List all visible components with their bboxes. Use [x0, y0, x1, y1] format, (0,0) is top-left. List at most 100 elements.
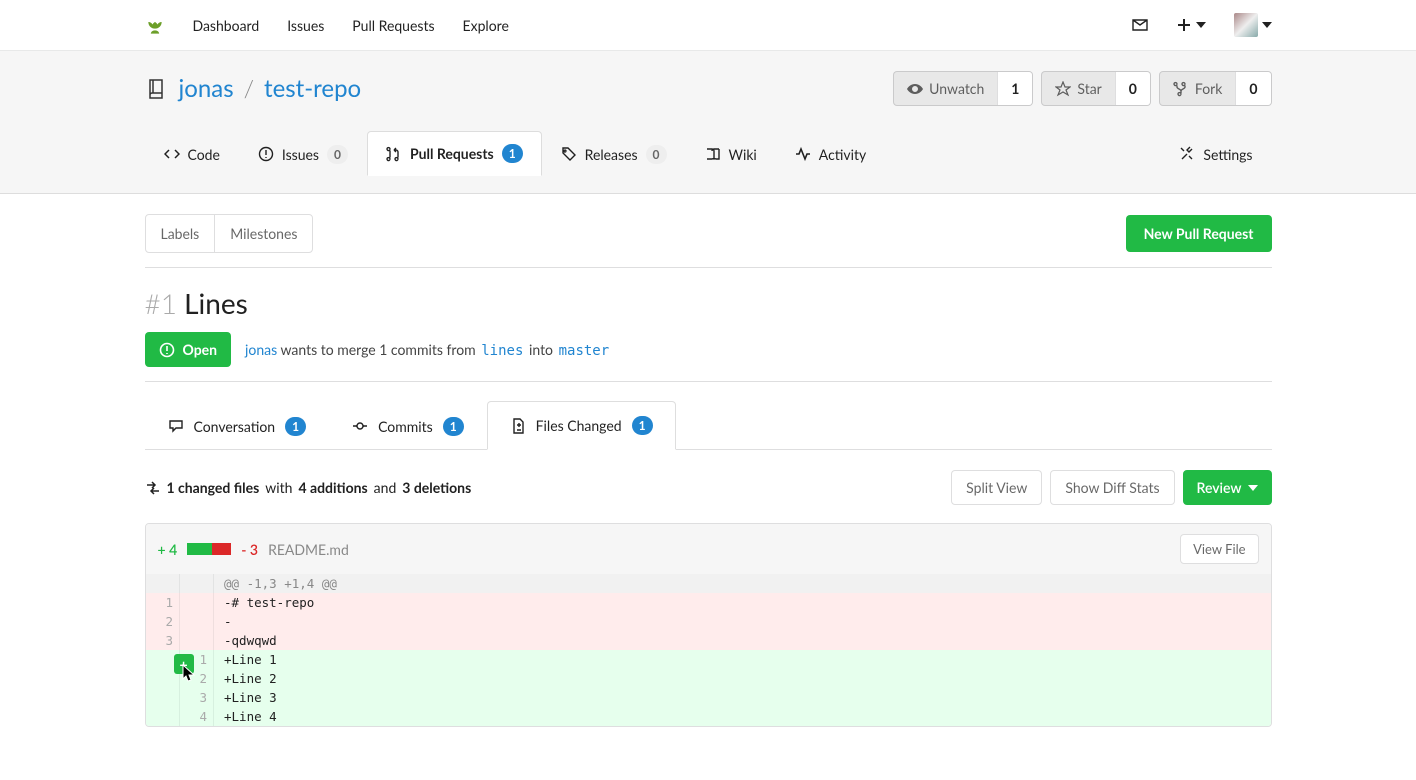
file-deletions-label: - 3 — [241, 541, 258, 558]
review-dropdown[interactable]: Review — [1183, 470, 1272, 505]
review-label: Review — [1197, 479, 1242, 496]
nav-dashboard[interactable]: Dashboard — [193, 17, 260, 34]
fork-count[interactable]: 0 — [1235, 72, 1270, 105]
watch-count[interactable]: 1 — [997, 72, 1032, 105]
tools-icon — [1179, 146, 1195, 162]
activity-icon — [795, 146, 811, 162]
pr-tab-files-label: Files Changed — [536, 417, 622, 434]
diff-line-del[interactable]: 2 - — [146, 612, 1271, 631]
milestones-tab[interactable]: Milestones — [214, 215, 312, 252]
pr-tab-files[interactable]: Files Changed 1 — [487, 401, 676, 450]
diff-line-add[interactable]: 1 +Line 1 — [146, 650, 1271, 669]
tab-activity[interactable]: Activity — [776, 131, 885, 176]
create-dropdown[interactable] — [1176, 17, 1206, 33]
pr-tab-conversation[interactable]: Conversation 1 — [145, 401, 330, 450]
deletions-count: 3 deletions — [402, 479, 471, 496]
diff-summary: 1 changed files with 4 additions and 3 d… — [145, 479, 472, 496]
nav-explore[interactable]: Explore — [463, 17, 509, 34]
source-branch[interactable]: lines — [479, 343, 525, 359]
issue-open-icon — [159, 342, 175, 358]
files-count-pill: 1 — [632, 416, 653, 435]
code-icon — [164, 146, 180, 162]
diff-line-add[interactable]: 4 +Line 4 — [146, 707, 1271, 726]
nav-pull-requests[interactable]: Pull Requests — [352, 17, 434, 34]
pr-author-link[interactable]: jonas — [245, 341, 277, 358]
file-additions-label: + 4 — [158, 541, 178, 558]
changed-files-count: 1 changed files — [167, 479, 260, 496]
repo-header: jonas / test-repo Unwatch 1 Star — [0, 51, 1416, 194]
pr-number: #1 — [145, 286, 177, 320]
commits-count-pill: 1 — [443, 417, 464, 436]
pr-tab-commits-label: Commits — [378, 418, 433, 435]
nav-issues[interactable]: Issues — [287, 17, 324, 34]
file-name[interactable]: README.md — [268, 541, 349, 558]
issues-count-pill: 0 — [327, 145, 348, 164]
labels-milestones-nav: Labels Milestones — [145, 214, 314, 253]
tab-settings-label: Settings — [1203, 146, 1252, 163]
pr-tab-commits[interactable]: Commits 1 — [329, 401, 487, 450]
fork-label: Fork — [1195, 80, 1222, 97]
star-count[interactable]: 0 — [1115, 72, 1150, 105]
watch-button[interactable]: Unwatch 1 — [893, 71, 1033, 106]
repo-breadcrumb: jonas / test-repo — [145, 74, 362, 103]
avatar-icon — [1234, 13, 1258, 37]
tab-wiki[interactable]: Wiki — [686, 131, 776, 176]
repo-owner-link[interactable]: jonas — [179, 74, 234, 103]
pr-merge-description: jonas wants to merge 1 commits from line… — [245, 341, 611, 359]
pulls-count-pill: 1 — [502, 144, 523, 163]
pr-tab-conversation-label: Conversation — [194, 418, 276, 435]
fork-icon — [1173, 81, 1189, 97]
diff-line-del[interactable]: 1 -# test-repo — [146, 593, 1271, 612]
top-navbar: Dashboard Issues Pull Requests Explore — [0, 0, 1416, 51]
labels-tab[interactable]: Labels — [146, 215, 215, 252]
tab-pull-requests[interactable]: Pull Requests 1 — [367, 131, 542, 176]
repo-name-link[interactable]: test-repo — [264, 74, 361, 103]
additions-count: 4 additions — [298, 479, 367, 496]
logo-icon[interactable] — [145, 13, 165, 37]
fork-button[interactable]: Fork 0 — [1159, 71, 1272, 106]
comment-icon — [168, 418, 184, 434]
star-icon — [1055, 81, 1071, 97]
view-file-button[interactable]: View File — [1180, 534, 1258, 564]
pr-status-badge: Open — [145, 332, 232, 367]
star-label: Star — [1077, 80, 1101, 97]
user-menu[interactable] — [1234, 13, 1272, 37]
split-view-button[interactable]: Split View — [951, 470, 1042, 505]
tab-releases-label: Releases — [585, 146, 638, 163]
tab-issues-label: Issues — [282, 146, 319, 163]
tab-code[interactable]: Code — [145, 131, 239, 176]
star-button[interactable]: Star 0 — [1041, 71, 1150, 106]
pr-title: #1 Lines — [145, 286, 1272, 320]
issue-icon — [258, 146, 274, 162]
diff-bar — [187, 543, 231, 555]
diff-hunk-header: @@ -1,3 +1,4 @@ — [146, 574, 1271, 593]
tab-releases[interactable]: Releases 0 — [542, 131, 686, 176]
pr-status-label: Open — [183, 341, 218, 358]
watch-label: Unwatch — [929, 80, 984, 97]
file-diff-icon — [510, 418, 526, 434]
book-icon — [705, 146, 721, 162]
repo-icon — [145, 77, 169, 101]
tab-code-label: Code — [188, 146, 220, 163]
tab-wiki-label: Wiki — [729, 146, 757, 163]
commit-icon — [352, 418, 368, 434]
tag-icon — [561, 146, 577, 162]
target-branch[interactable]: master — [557, 343, 612, 359]
tab-settings[interactable]: Settings — [1160, 131, 1271, 176]
tab-pulls-label: Pull Requests — [410, 145, 494, 162]
tab-activity-label: Activity — [819, 146, 866, 163]
pull-request-icon — [386, 146, 402, 162]
diff-icon — [145, 480, 161, 496]
new-pull-request-button[interactable]: New Pull Request — [1126, 215, 1272, 252]
diff-line-add[interactable]: 3 +Line 3 — [146, 688, 1271, 707]
diff-line-del[interactable]: 3 -qdwqwd — [146, 631, 1271, 650]
diff-line-add[interactable]: 2 +Line 2 — [146, 669, 1271, 688]
tab-issues[interactable]: Issues 0 — [239, 131, 367, 176]
show-diff-stats-button[interactable]: Show Diff Stats — [1050, 470, 1174, 505]
file-diff-box: + 4 - 3 README.md View File @@ -1,3 +1,4… — [145, 523, 1272, 727]
diff-table: @@ -1,3 +1,4 @@ 1 -# test-repo 2 - 3 -qd… — [146, 574, 1271, 726]
pr-title-text: Lines — [184, 286, 248, 320]
chevron-down-icon — [1248, 485, 1258, 491]
notifications-icon[interactable] — [1132, 17, 1148, 33]
add-line-comment-button[interactable]: + — [174, 654, 194, 674]
